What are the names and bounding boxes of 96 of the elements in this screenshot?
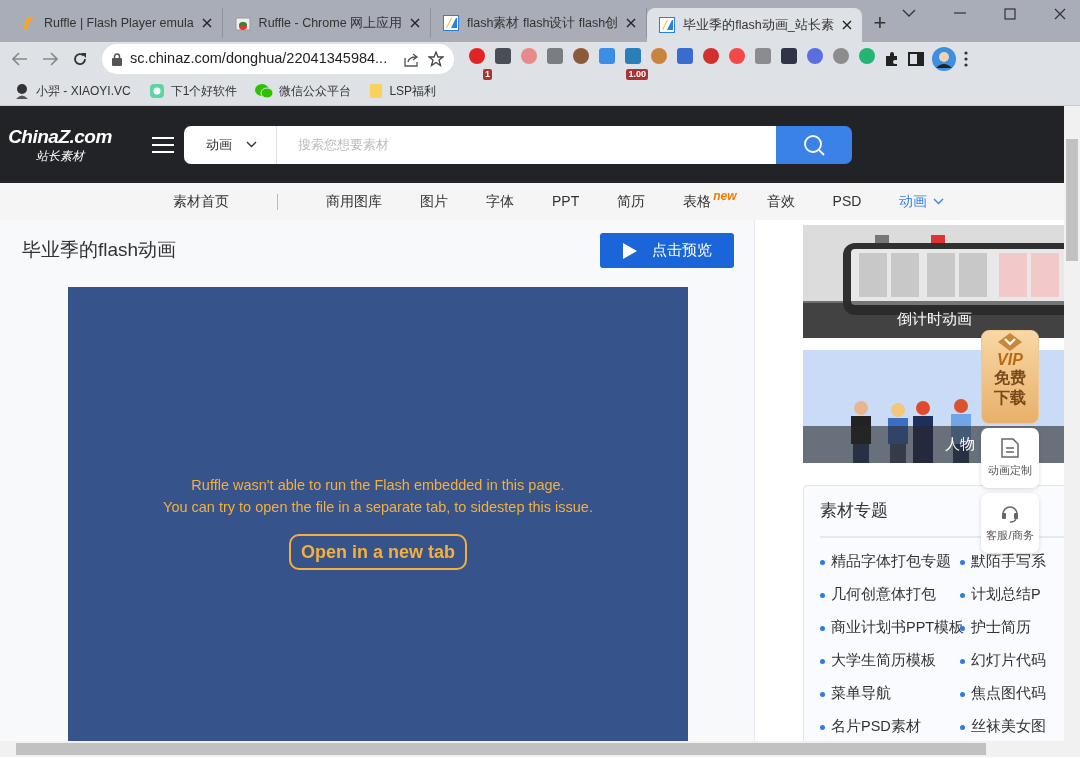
star-icon[interactable] (428, 51, 444, 67)
extension-badge: 1 (483, 68, 492, 80)
address-bar[interactable]: sc.chinaz.com/donghua/22041345984... (102, 44, 454, 74)
bullet-icon (960, 724, 965, 730)
forward-icon[interactable] (42, 52, 58, 66)
nav-link[interactable]: 动画 (899, 191, 945, 212)
category-dropdown[interactable]: 动画 (184, 125, 278, 164)
topic-link[interactable]: 商业计划书PPT模板 (831, 617, 965, 639)
bullet-icon (960, 658, 965, 664)
avatar-icon (14, 82, 30, 99)
menu-icon[interactable] (964, 51, 968, 67)
page-title: 毕业季的flash动画 (22, 238, 177, 263)
chevron-down-icon[interactable] (902, 8, 916, 18)
new-tab-button[interactable]: + (873, 8, 887, 38)
extension-icon[interactable] (494, 46, 512, 65)
preview-button[interactable]: 点击预览 (600, 233, 734, 268)
back-icon[interactable] (12, 52, 28, 66)
site-logo-icon (659, 17, 676, 33)
extension-badge: 1.00 (626, 68, 648, 80)
maximize-icon[interactable] (1004, 8, 1016, 20)
chat-icon (255, 82, 274, 99)
scrollbar[interactable] (0, 741, 1064, 757)
search-icon (803, 133, 825, 156)
close-icon[interactable] (201, 18, 212, 28)
bullet-icon (820, 592, 825, 598)
play-icon (622, 241, 638, 260)
topic-link[interactable]: 菜单导航 (831, 683, 891, 705)
extension-icon[interactable] (572, 46, 590, 65)
card-caption: 倒计时动画 (896, 309, 972, 330)
scrollbar[interactable] (1064, 106, 1080, 757)
topic-link[interactable]: 丝袜美女图 (971, 716, 1046, 738)
topic-link[interactable]: 精品字体打包专题 (831, 551, 951, 573)
bookmark[interactable]: 小羿 - XIAOYI.VC (14, 81, 131, 100)
float-button[interactable]: 客服/商务 (981, 493, 1039, 553)
close-icon[interactable] (626, 18, 637, 28)
bullet-icon (960, 559, 965, 565)
chevron-icon (998, 333, 1022, 351)
new-label: new (713, 188, 737, 205)
open-new-tab-button[interactable]: Open in a new tab (289, 534, 467, 570)
bookmark[interactable]: 微信公众平台 (255, 81, 352, 100)
error-message: Ruffle wasn't able to run the Flash embedded in this page. (191, 476, 565, 495)
bullet-icon (820, 625, 825, 631)
menu-icon[interactable] (152, 135, 174, 154)
bullet-icon (820, 724, 825, 730)
nav-link[interactable]: 音效 (766, 191, 795, 212)
bullet-icon (820, 559, 825, 565)
error-message: You can try to open the file in a separate tab, to sidestep this issue. (163, 498, 593, 517)
nav-link[interactable]: PSD (832, 191, 862, 212)
card-caption: 人物 (945, 434, 975, 455)
topic-link[interactable]: 名片PSD素材 (831, 716, 921, 738)
browser-tab[interactable]: 毕业季的flash动画_站长素 (647, 8, 862, 42)
topic-link[interactable]: 大学生简历模板 (831, 650, 936, 672)
browser-tab[interactable]: Ruffle - Chrome 网上应用 (222, 8, 432, 38)
close-icon[interactable] (1054, 8, 1066, 20)
nav-link[interactable]: 字体 (486, 191, 514, 212)
store-icon (234, 15, 251, 31)
profile-avatar-icon[interactable] (932, 47, 956, 71)
bullet-icon (820, 658, 825, 664)
puzzle-icon[interactable] (884, 51, 900, 67)
site-logo-icon (443, 15, 460, 31)
folder-icon (369, 82, 384, 99)
topic-link[interactable]: 护士简历 (971, 617, 1031, 639)
side-panel-icon[interactable] (908, 51, 924, 67)
search-button[interactable] (776, 125, 852, 164)
browser-tab[interactable]: Ruffle | Flash Player emula (8, 8, 223, 38)
nav-link[interactable]: PPT (552, 191, 580, 212)
bookmark[interactable]: LSP福利 (369, 81, 437, 100)
vip-download-button[interactable]: VIP 免费 下载 (981, 330, 1039, 424)
document-icon (1000, 437, 1020, 458)
share-icon[interactable] (404, 51, 420, 67)
browser-tab[interactable]: flash素材 flash设计 flash创 (431, 8, 648, 38)
topic-link[interactable]: 幻灯片代码 (971, 650, 1046, 672)
nav-link[interactable]: 图片 (420, 191, 448, 212)
float-button[interactable]: 动画定制 (981, 428, 1039, 488)
nav-link[interactable]: 简历 (617, 191, 646, 212)
chevron-down-icon (245, 141, 257, 148)
nav-link[interactable]: 素材首页 (173, 191, 229, 212)
lock-icon (112, 52, 122, 66)
topic-link[interactable]: 计划总结P (971, 584, 1041, 606)
search-field[interactable]: 搜索您想要素材 (278, 125, 776, 164)
close-icon[interactable] (841, 20, 852, 30)
bullet-icon (960, 592, 965, 598)
extension-icon[interactable] (780, 46, 798, 65)
topic-link[interactable]: 几何创意体打包 (831, 584, 936, 606)
topic-link[interactable]: 默陌手写系 (971, 551, 1046, 573)
topic-link[interactable]: 焦点图代码 (971, 683, 1046, 705)
site-logo[interactable]: ChinaZ.com 站长素材 (0, 125, 120, 164)
nav-link[interactable]: 商用图库 (326, 191, 382, 212)
bullet-icon (820, 691, 825, 697)
bullet-icon (960, 691, 965, 697)
bookmark[interactable]: 下1个好软件 (148, 81, 238, 100)
ruffle-icon (20, 15, 36, 31)
reload-icon[interactable] (72, 51, 88, 67)
app-icon (148, 82, 165, 99)
close-icon[interactable] (410, 18, 421, 28)
bullet-icon (960, 625, 965, 631)
